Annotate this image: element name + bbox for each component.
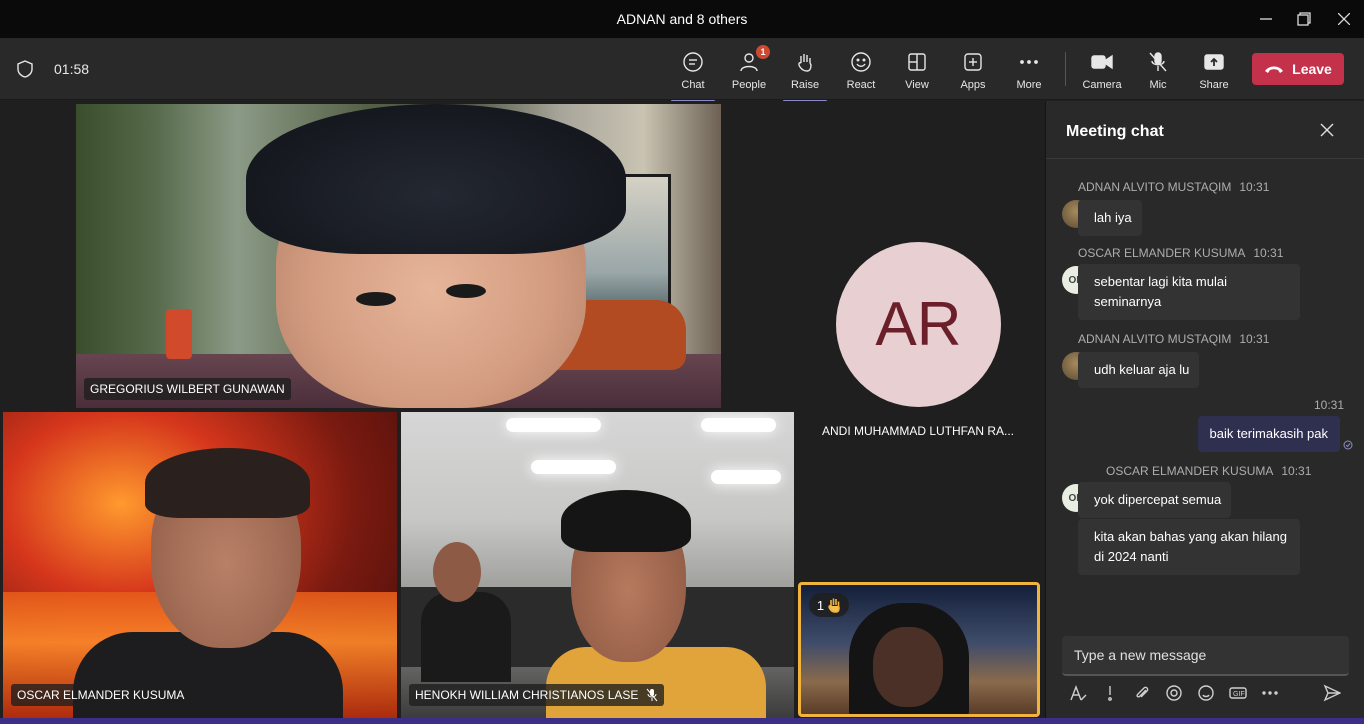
ceiling-lamp: [531, 460, 616, 474]
my-message-bubble: baik terimakasih pak: [1197, 416, 1340, 452]
mic-off-icon: [1149, 52, 1167, 72]
close-chat-icon[interactable]: [1320, 123, 1334, 137]
message-header: OSCAR ELMANDER KUSUMA 10:31: [1106, 464, 1312, 478]
window-title: ADNAN and 8 others: [616, 11, 748, 27]
phone-hangup-icon: [1265, 66, 1284, 73]
message-timestamp: 10:31: [1313, 398, 1344, 412]
taskbar-accent: [0, 718, 1364, 724]
minimize-button[interactable]: [1246, 0, 1286, 38]
message-header: ADNAN ALVITO MUSTAQIM 10:31: [1078, 180, 1270, 194]
mic-muted-icon: [647, 688, 658, 702]
attach-button[interactable]: [1132, 683, 1152, 703]
more-button[interactable]: More: [1003, 46, 1055, 96]
message-bubble: kita akan bahas yang akan hilang di 2024…: [1078, 519, 1300, 575]
more-options-button[interactable]: [1260, 683, 1280, 703]
background-person-face: [433, 542, 481, 602]
format-text-icon: [1070, 685, 1087, 701]
toolbar-divider: [1065, 52, 1066, 86]
gif-button[interactable]: GIF: [1228, 683, 1248, 703]
chat-header: Meeting chat: [1046, 101, 1364, 159]
format-button[interactable]: [1068, 683, 1088, 703]
participant-name-label: HENOKH WILLIAM CHRISTIANOS LASE: [409, 684, 665, 706]
participant-eye: [356, 292, 396, 306]
message-bubble: yok dipercepat semua: [1078, 482, 1232, 518]
minimize-icon: [1260, 18, 1272, 20]
ellipsis-icon: [1020, 60, 1038, 64]
participant-face: [873, 627, 943, 707]
exclamation-icon: [1108, 686, 1112, 701]
meeting-timer: 01:58: [54, 61, 90, 77]
participant-avatar: AR: [836, 242, 1001, 407]
chat-button[interactable]: Chat: [667, 46, 719, 102]
participant-eye: [446, 284, 486, 298]
participant-body: [546, 647, 766, 718]
message-bubble: udh keluar aja lu: [1078, 352, 1200, 388]
meeting-chat-panel: Meeting chat ADNAN ALVITO MUSTAQIM 10:31 …: [1045, 101, 1364, 718]
camera-icon: [1091, 54, 1113, 70]
paperclip-icon: [1136, 686, 1149, 698]
message-header: ADNAN ALVITO MUSTAQIM 10:31: [1078, 332, 1270, 346]
participant-hair: [561, 490, 691, 552]
camera-button[interactable]: Camera: [1076, 46, 1128, 96]
participant-name-label: GREGORIUS WILBERT GUNAWAN: [84, 378, 291, 400]
close-window-button[interactable]: [1324, 0, 1364, 38]
video-tile-gregorius[interactable]: GREGORIUS WILBERT GUNAWAN: [76, 104, 721, 408]
video-stage: GREGORIUS WILBERT GUNAWAN AR ANDI MUHAMM…: [0, 101, 1044, 718]
send-icon: [1323, 684, 1341, 702]
ceiling-lamp: [506, 418, 601, 432]
shield-icon: [17, 60, 33, 78]
view-button[interactable]: View: [891, 46, 943, 96]
loop-icon: [1166, 685, 1182, 701]
title-bar: ADNAN and 8 others: [0, 0, 1364, 38]
leave-button[interactable]: Leave: [1252, 53, 1344, 85]
raised-hand-icon: [828, 598, 840, 613]
participant-name-label: OSCAR ELMANDER KUSUMA: [11, 684, 191, 706]
participant-hair: [246, 104, 626, 254]
message-bubble: sebentar lagi kita mulai seminarnya: [1078, 264, 1300, 320]
video-tile-oscar[interactable]: OSCAR ELMANDER KUSUMA: [3, 412, 397, 718]
raise-hand-button[interactable]: Raise: [779, 46, 831, 102]
ceiling-lamp: [711, 470, 781, 484]
restore-icon: [1297, 12, 1311, 26]
gif-icon: GIF: [1229, 687, 1247, 699]
background-person-body: [421, 592, 511, 682]
emoji-icon: [1198, 685, 1214, 701]
apps-button[interactable]: Apps: [947, 46, 999, 96]
people-count-badge: 1: [756, 45, 770, 59]
sent-check-icon: [1343, 440, 1353, 450]
ellipsis-icon: [1262, 691, 1278, 695]
chat-title: Meeting chat: [1066, 123, 1164, 140]
chat-icon: [683, 52, 703, 72]
message-bubble: lah iya: [1078, 200, 1142, 236]
compose-box[interactable]: [1062, 636, 1349, 676]
video-tile-andi[interactable]: AR ANDI MUHAMMAD LUTHFAN RA...: [800, 104, 1036, 444]
priority-button[interactable]: [1100, 683, 1120, 703]
add-app-icon: [964, 53, 982, 71]
participant-name-label: ANDI MUHAMMAD LUTHFAN RA...: [821, 424, 1014, 438]
loop-button[interactable]: [1164, 683, 1184, 703]
mic-button[interactable]: Mic: [1132, 46, 1184, 96]
compose-toolbar: GIF: [1062, 683, 1362, 707]
react-button[interactable]: React: [835, 46, 887, 96]
teams-meeting-window: ADNAN and 8 others 01:58 Chat 1 People R…: [0, 0, 1364, 724]
emoji-button[interactable]: [1196, 683, 1216, 703]
video-tile-raised-hand[interactable]: 1: [798, 582, 1040, 717]
send-button[interactable]: [1322, 683, 1342, 703]
layout-grid-icon: [908, 53, 926, 71]
svg-text:GIF: GIF: [1233, 691, 1245, 698]
ceiling-lamp: [701, 418, 776, 432]
background-chair: [166, 309, 192, 359]
maximize-button[interactable]: [1284, 0, 1324, 38]
video-tile-henokh[interactable]: HENOKH WILLIAM CHRISTIANOS LASE: [401, 412, 794, 718]
share-screen-icon: [1204, 54, 1224, 70]
participant-hair: [145, 448, 310, 518]
people-button[interactable]: 1 People: [723, 45, 775, 96]
message-header: OSCAR ELMANDER KUSUMA 10:31: [1078, 246, 1284, 260]
share-button[interactable]: Share: [1188, 46, 1240, 96]
smile-icon: [851, 52, 871, 72]
hand-icon: [798, 54, 812, 72]
raised-hand-badge: 1: [809, 593, 849, 617]
close-icon: [1338, 13, 1350, 25]
message-input[interactable]: [1062, 636, 1349, 674]
